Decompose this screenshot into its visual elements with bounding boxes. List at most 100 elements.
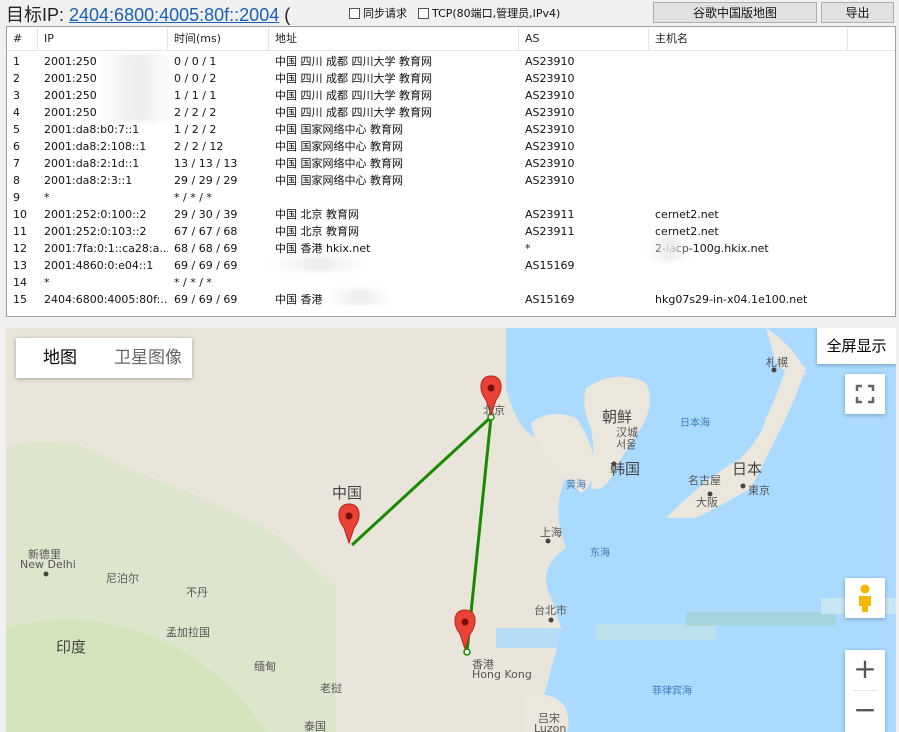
cell-hostname: hkg07s29-in-x04.1e100.net [655, 293, 808, 306]
table-row[interactable]: 10 2001:252:0:100::2 29 / 30 / 39 中国 北京 教育网… [7, 206, 895, 223]
route-map[interactable]: 地图 卫星图像 全屏显示 + − 中国 印度 尼泊尔 不丹 孟加拉国 缅甸 老挝… [6, 328, 896, 732]
cell-time: 2 / 2 / 12 [174, 140, 224, 153]
cell-address [269, 189, 519, 206]
cell-index: 4 [13, 106, 20, 119]
cell-address: 中国 四川 成都 四川大学 教育网 [275, 72, 432, 85]
table-row[interactable]: 9 * * / * / * [7, 189, 895, 206]
cell-time: 68 / 68 / 69 [174, 242, 238, 255]
target-ip-label: 目标IP: 2404:6800:4005:80f::2004 ( [6, 1, 290, 27]
cell-time: 29 / 30 / 39 [174, 208, 238, 221]
table-header: # IP 时间(ms) 地址 AS 主机名 [7, 27, 895, 51]
cell-ip: * [44, 191, 50, 204]
cell-address: 中国 四川 成都 四川大学 教育网 [275, 89, 432, 102]
cell-hostname [649, 274, 848, 291]
map-label: 老挝 [320, 682, 342, 695]
cell-as: AS23910 [525, 174, 575, 187]
cell-as: AS23910 [525, 106, 575, 119]
cell-time: 69 / 69 / 69 [174, 293, 238, 306]
cell-as: AS23910 [525, 55, 575, 68]
redaction-blur [97, 54, 177, 122]
cell-ip: 2001:da8:2:3::1 [44, 174, 133, 187]
column-header-hostname[interactable]: 主机名 [649, 27, 848, 51]
cell-as [519, 274, 649, 291]
map-canvas[interactable] [6, 328, 896, 732]
cell-as: AS23910 [525, 123, 575, 136]
zoom-out-button[interactable]: − [845, 691, 885, 731]
cell-as: AS23910 [525, 72, 575, 85]
map-label: Luzon [534, 722, 567, 732]
table-row[interactable]: 14 * * / * / * [7, 274, 895, 291]
table-row[interactable]: 11 2001:252:0:103::2 67 / 67 / 68 中国 北京 教育网… [7, 223, 895, 240]
map-type-satellite-button[interactable]: 卫星图像 [104, 338, 192, 378]
column-header-as[interactable]: AS [519, 27, 649, 51]
target-ip-link[interactable]: 2404:6800:4005:80f::2004 [69, 5, 279, 25]
sync-request-label: 同步请求 [363, 7, 407, 20]
redaction-blur [327, 289, 392, 305]
cell-ip: 2404:6800:4005:80f:... [44, 293, 168, 306]
table-row[interactable]: 7 2001:da8:2:1d::1 13 / 13 / 13 中国 国家网络中心 教… [7, 155, 895, 172]
table-row[interactable]: 6 2001:da8:2:108::1 2 / 2 / 12 中国 国家网络中心 教育… [7, 138, 895, 155]
cell-as: AS15169 [525, 259, 575, 272]
cell-ip: 2001:252:0:100::2 [44, 208, 147, 221]
cell-address: 中国 国家网络中心 教育网 [275, 157, 403, 170]
export-button[interactable]: 导出 [821, 2, 894, 23]
map-label: 서울 [616, 438, 637, 451]
tcp-checkbox[interactable]: TCP(80端口,管理员,IPv4) [418, 5, 560, 21]
cell-ip: 2001:da8:b0:7::1 [44, 123, 140, 136]
cell-index: 9 [13, 191, 20, 204]
cell-hostname [649, 104, 848, 121]
table-row[interactable]: 12 2001:7fa:0:1::ca28:a... 68 / 68 / 69 中国 … [7, 240, 895, 257]
fullscreen-icon[interactable] [845, 374, 885, 414]
map-label: 北京 [483, 404, 505, 417]
map-label: 台北市 [534, 604, 567, 617]
table-row[interactable]: 13 2001:4860:0:e04::1 69 / 69 / 69 AS15169 [7, 257, 895, 274]
checkbox-box[interactable] [349, 7, 360, 19]
cell-address: 中国 国家网络中心 教育网 [275, 123, 403, 136]
column-header-ip[interactable]: IP [38, 27, 168, 51]
cell-time: 0 / 0 / 1 [174, 55, 217, 68]
cell-as: AS23910 [525, 89, 575, 102]
map-label: 上海 [540, 526, 562, 539]
cell-address: 中国 北京 教育网 [275, 225, 359, 238]
cell-address: 中国 国家网络中心 教育网 [275, 140, 403, 153]
cell-address [269, 274, 519, 291]
cell-as: AS23911 [525, 225, 575, 238]
map-label: 大阪 [696, 496, 718, 509]
column-header-index[interactable]: # [7, 27, 38, 51]
cell-time: 2 / 2 / 2 [174, 106, 217, 119]
cell-time: 1 / 2 / 2 [174, 123, 217, 136]
cell-hostname [649, 189, 848, 206]
zoom-control: + − [845, 650, 885, 732]
cell-address: 中国 香港 hkix.net [275, 242, 371, 255]
column-header-time[interactable]: 时间(ms) [168, 27, 269, 51]
sync-request-checkbox[interactable]: 同步请求 [349, 5, 407, 21]
cell-time: 13 / 13 / 13 [174, 157, 238, 170]
column-header-address[interactable]: 地址 [269, 27, 519, 51]
cell-index: 2 [13, 72, 20, 85]
map-label: 名古屋 [688, 474, 721, 487]
cell-as: AS15169 [525, 293, 575, 306]
fullscreen-text-button[interactable]: 全屏显示 [817, 328, 896, 364]
cell-index: 12 [13, 242, 27, 255]
table-row[interactable]: 15 2404:6800:4005:80f:... 69 / 69 / 69 中国 香… [7, 291, 895, 308]
cell-time: * / * / * [174, 276, 212, 289]
cell-address: 中国 四川 成都 四川大学 教育网 [275, 106, 432, 119]
map-label: 缅甸 [254, 660, 276, 673]
map-type-map-button[interactable]: 地图 [16, 338, 104, 378]
zoom-in-button[interactable]: + [845, 650, 885, 690]
cell-index: 1 [13, 55, 20, 68]
cell-time: 69 / 69 / 69 [174, 259, 238, 272]
cell-time: 29 / 29 / 29 [174, 174, 238, 187]
cell-index: 3 [13, 89, 20, 102]
street-view-pegman-icon[interactable] [845, 578, 885, 618]
cell-ip: 2001:252:0:103::2 [44, 225, 147, 238]
cell-time: 0 / 0 / 2 [174, 72, 217, 85]
china-map-button[interactable]: 谷歌中国版地图 [653, 2, 817, 23]
cell-index: 6 [13, 140, 20, 153]
map-label: 尼泊尔 [106, 572, 139, 585]
table-row[interactable]: 5 2001:da8:b0:7::1 1 / 2 / 2 中国 国家网络中心 教育网 A… [7, 121, 895, 138]
checkbox-box[interactable] [418, 7, 429, 19]
map-label: 不丹 [186, 586, 208, 599]
cell-index: 13 [13, 259, 27, 272]
table-row[interactable]: 8 2001:da8:2:3::1 29 / 29 / 29 中国 国家网络中心 教育… [7, 172, 895, 189]
